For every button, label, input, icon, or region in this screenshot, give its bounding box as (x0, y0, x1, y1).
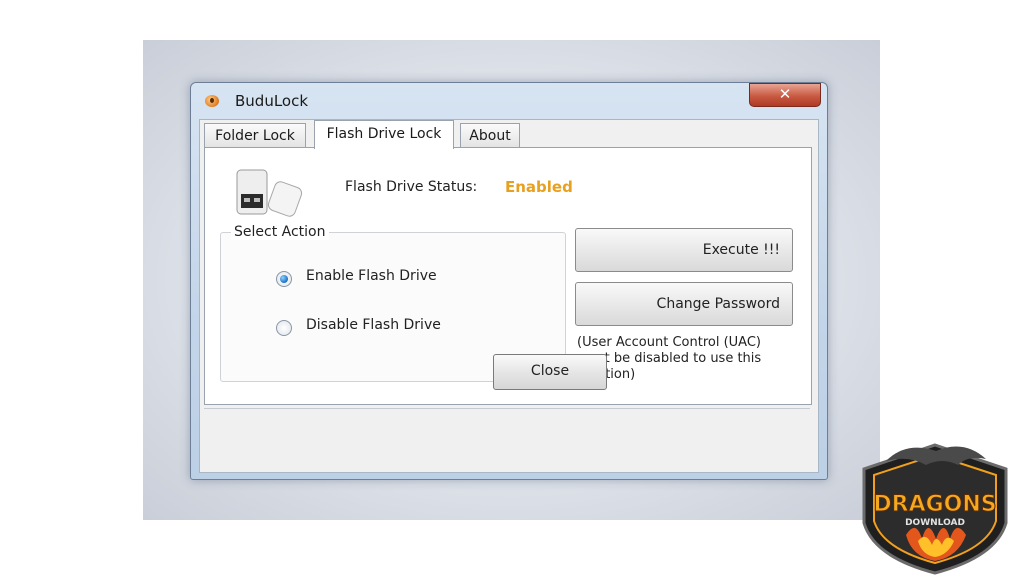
title-bar: BuduLock ✕ (191, 83, 827, 119)
window-client-area: Folder Lock Flash Drive Lock About Flash… (199, 119, 819, 473)
tab-flash-drive-lock[interactable]: Flash Drive Lock (314, 120, 454, 149)
window-title: BuduLock (235, 92, 309, 110)
close-button[interactable]: Close (493, 354, 607, 390)
window-close-button[interactable]: ✕ (749, 83, 821, 107)
radio-button-unchecked[interactable] (276, 320, 292, 336)
flash-drive-status-value: Enabled (505, 178, 573, 196)
execute-button[interactable]: Execute !!! (575, 228, 793, 272)
radio-label-enable: Enable Flash Drive (306, 268, 437, 284)
usb-flash-drive-icon (236, 169, 303, 217)
radio-disable-flash-drive[interactable]: Disable Flash Drive (276, 317, 496, 337)
radio-label-disable: Disable Flash Drive (306, 317, 441, 333)
footer-divider (204, 408, 810, 409)
tab-about[interactable]: About (460, 123, 520, 148)
flash-drive-status-label: Flash Drive Status: (345, 179, 478, 195)
watermark-subtext: DOWNLOAD (905, 518, 965, 528)
watermark-text: DRAGONS (873, 492, 996, 517)
app-lock-icon (205, 95, 219, 107)
radio-button-checked[interactable] (276, 271, 292, 287)
dragons-download-watermark-logo: DRAGONS DOWNLOAD (862, 443, 1008, 575)
radio-enable-flash-drive[interactable]: Enable Flash Drive (276, 268, 496, 288)
uac-note: (User Account Control (UAC) must be disa… (577, 335, 762, 382)
change-password-button[interactable]: Change Password (575, 282, 793, 326)
budulock-window: BuduLock ✕ Folder Lock Flash Drive Lock … (190, 82, 828, 480)
tab-folder-lock[interactable]: Folder Lock (204, 123, 306, 148)
select-action-label: Select Action (231, 224, 329, 240)
